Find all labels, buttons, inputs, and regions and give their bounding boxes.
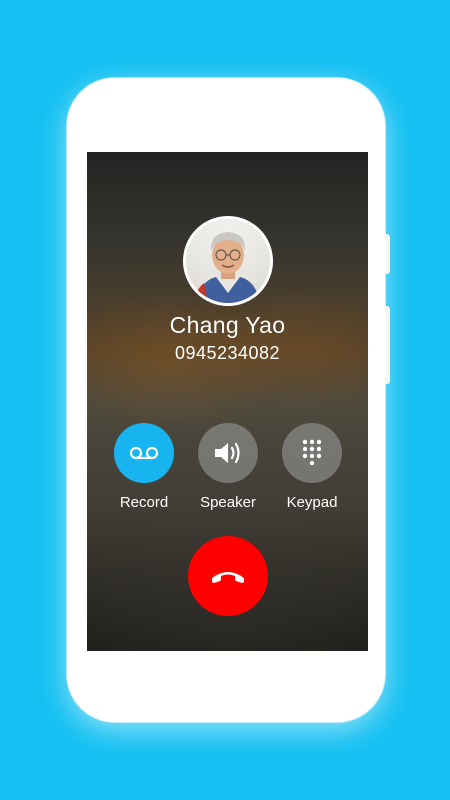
record-button[interactable] (114, 423, 174, 483)
call-screen: Chang Yao 0945234082 Record Speaker Keyp… (87, 152, 368, 651)
speaker-icon (215, 442, 240, 464)
caller-avatar (183, 216, 273, 306)
end-call-button[interactable] (188, 536, 268, 616)
phone-device: Chang Yao 0945234082 Record Speaker Keyp… (67, 78, 390, 722)
caller-name: Chang Yao (169, 312, 286, 338)
record-label: Record (119, 494, 169, 511)
phone-hangup-icon (212, 572, 244, 583)
caller-photo-icon (194, 232, 260, 303)
voicemail-icon (130, 446, 158, 460)
device-side-button (385, 234, 390, 274)
device-side-button (385, 306, 390, 384)
caller-number: 0945234082 (174, 343, 281, 363)
speaker-label: Speaker (200, 494, 256, 511)
keypad-button[interactable] (282, 423, 342, 483)
keypad-label: Keypad (286, 494, 338, 511)
speaker-button[interactable] (198, 423, 258, 483)
keypad-icon (302, 439, 322, 466)
